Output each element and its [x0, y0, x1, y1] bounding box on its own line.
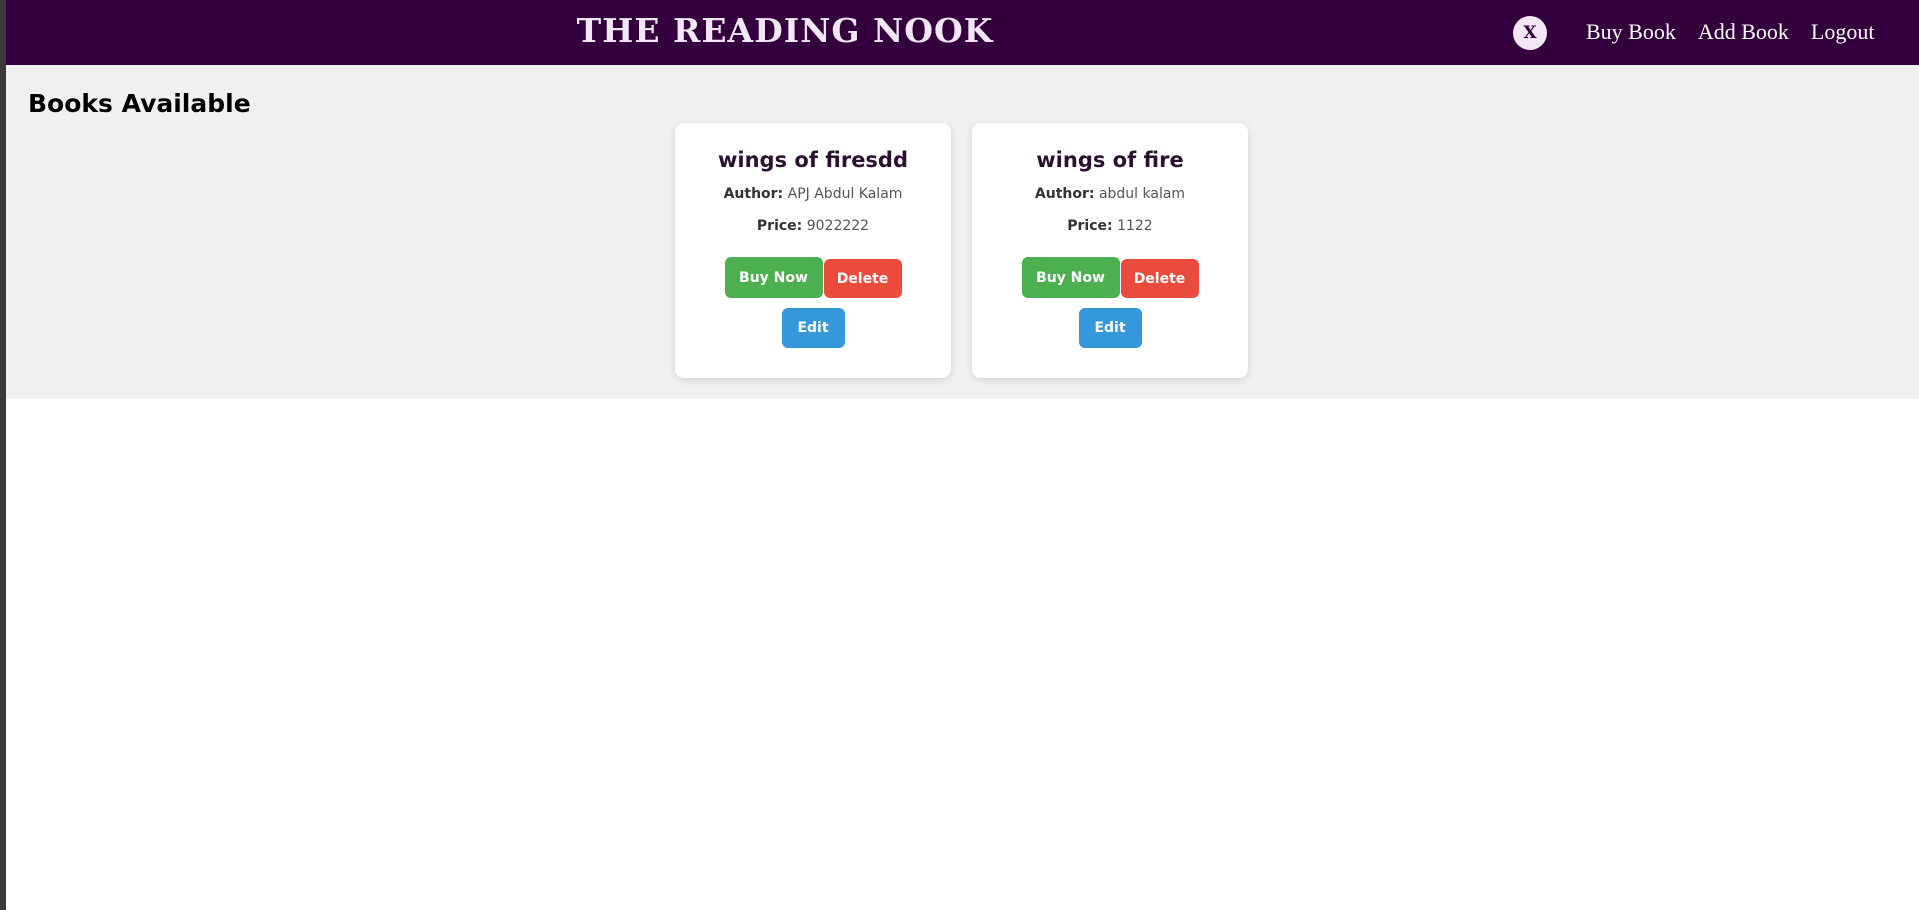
delete-button[interactable]: Delete	[1120, 259, 1199, 298]
edit-button[interactable]: Edit	[781, 308, 845, 348]
navbar: THE READING NOOK X Buy Book Add Book Log…	[6, 0, 1919, 65]
brand-title: THE READING NOOK	[576, 11, 994, 50]
nav-add-book[interactable]: Add Book	[1698, 18, 1789, 46]
nav-logout[interactable]: Logout	[1811, 18, 1875, 46]
book-card: wings of firesdd Author: APJ Abdul Kalam…	[675, 123, 951, 378]
page-title: Books Available	[28, 89, 251, 118]
book-price: Price: 9022222	[675, 217, 951, 235]
buy-now-button[interactable]: Buy Now	[724, 257, 823, 298]
buy-now-button[interactable]: Buy Now	[1021, 257, 1120, 298]
nav-links: Buy Book Add Book Logout	[1586, 18, 1874, 46]
price-label: Price:	[756, 218, 803, 234]
book-title: wings of fire	[1036, 148, 1184, 172]
nav-buy-book[interactable]: Buy Book	[1586, 18, 1676, 46]
app-window: THE READING NOOK X Buy Book Add Book Log…	[6, 0, 1919, 910]
delete-button[interactable]: Delete	[823, 259, 902, 298]
author-label: Author:	[723, 186, 784, 202]
price-label: Price:	[1067, 218, 1113, 234]
card-actions: Buy Now Delete	[972, 257, 1248, 298]
price-value: 1122	[1117, 218, 1153, 234]
book-price: Price: 1122	[972, 217, 1248, 235]
author-value: APJ Abdul Kalam	[787, 186, 903, 202]
author-label: Author:	[1034, 186, 1095, 202]
edit-button[interactable]: Edit	[1078, 308, 1142, 348]
books-section: Books Available wings of firesdd Author:…	[6, 65, 1919, 399]
book-card: wings of fire Author: abdul kalam Price:…	[972, 123, 1248, 378]
book-title: wings of firesdd	[718, 148, 908, 172]
price-value: 9022222	[806, 218, 870, 234]
card-actions: Buy Now Delete	[675, 257, 951, 298]
close-button[interactable]: X	[1513, 16, 1547, 50]
author-value: abdul kalam	[1098, 186, 1186, 202]
book-author: Author: APJ Abdul Kalam	[675, 185, 951, 203]
book-author: Author: abdul kalam	[972, 185, 1248, 203]
